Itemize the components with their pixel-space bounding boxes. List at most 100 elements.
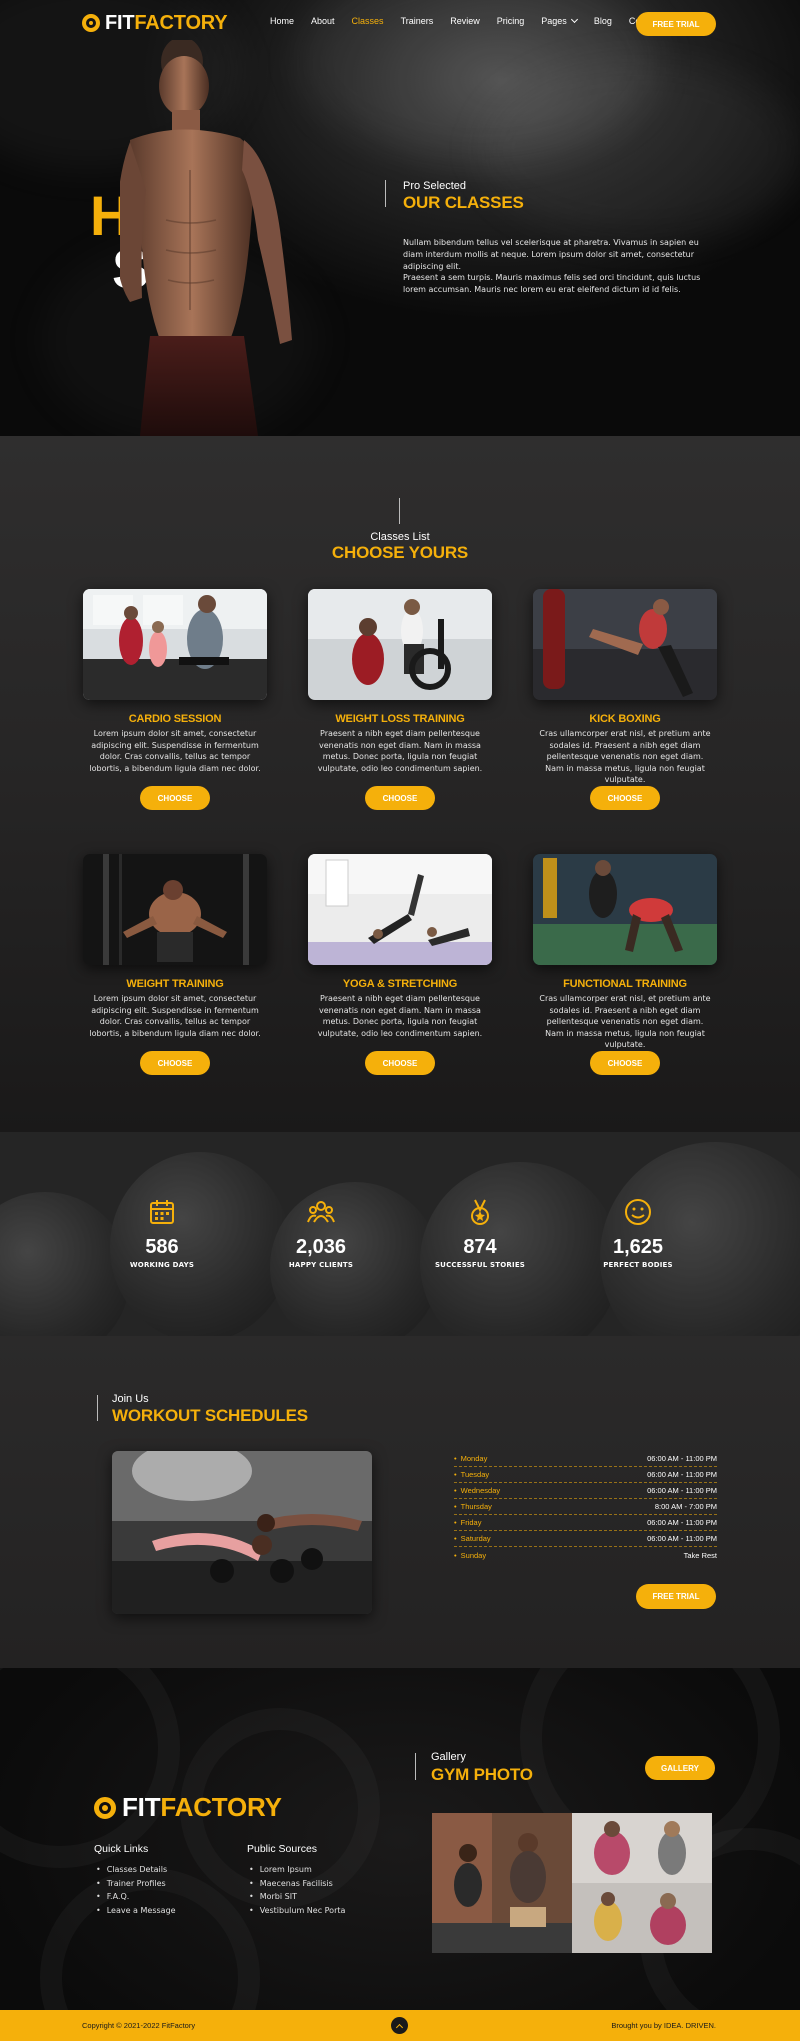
logo-text-fit: FIT — [105, 11, 135, 34]
schedule-time: 06:00 AM - 11:00 PM — [647, 1486, 717, 1495]
choose-button[interactable]: CHOOSE — [140, 786, 210, 810]
schedule-row: Friday 06:00 AM - 11:00 PM — [454, 1515, 717, 1531]
stat-number: 586 — [145, 1236, 179, 1258]
divider — [415, 1753, 416, 1780]
hero-paragraph: Nullam bibendum tellus vel scelerisque a… — [403, 238, 699, 271]
section-kicker: Join Us — [112, 1393, 149, 1405]
schedule-row: Monday 06:00 AM - 11:00 PM — [454, 1451, 717, 1467]
class-title: FUNCTIONAL TRAINING — [563, 978, 687, 990]
gallery-photo[interactable] — [572, 1883, 712, 1953]
class-title: CARDIO SESSION — [128, 713, 222, 725]
choose-button[interactable]: CHOOSE — [365, 1051, 435, 1075]
nav-pricing[interactable]: Pricing — [497, 16, 525, 26]
divider — [399, 498, 400, 524]
stat-number: 2,036 — [295, 1236, 347, 1258]
footer-link[interactable]: Vestibulum Nec Porta — [247, 1904, 346, 1918]
gallery-button[interactable]: GALLERY — [645, 1756, 715, 1780]
calendar-icon — [150, 1200, 174, 1224]
nav-pages[interactable]: Pages — [541, 15, 578, 26]
footer-logo[interactable]: FIT FACTORY — [94, 1792, 282, 1823]
logo-icon — [82, 14, 100, 32]
hero-paragraph-2: Praesent a sem turpis. Mauris maximus fe… — [403, 273, 701, 294]
schedule-time: 06:00 AM - 11:00 PM — [647, 1534, 717, 1543]
schedule-time: Take Rest — [683, 1550, 717, 1560]
choose-button[interactable]: CHOOSE — [140, 1051, 210, 1075]
class-card: YOGA & STRETCHING Praesent a nibh eget d… — [308, 854, 492, 1039]
schedule-time: 06:00 AM - 11:00 PM — [647, 1454, 717, 1463]
page-title: OUR CLASSES — [403, 193, 524, 212]
footer-link[interactable]: Trainer Profiles — [94, 1877, 176, 1891]
class-title: WEIGHT TRAINING — [126, 978, 224, 990]
quick-links: Quick Links Classes Details Trainer Prof… — [94, 1843, 176, 1917]
choose-button[interactable]: CHOOSE — [365, 786, 435, 810]
footer-link[interactable]: Leave a Message — [94, 1904, 176, 1918]
stat-label: WORKING DAYS — [129, 1261, 195, 1269]
group-icon — [307, 1201, 335, 1223]
chevron-down-icon — [570, 15, 578, 24]
schedule-row: Saturday 06:00 AM - 11:00 PM — [454, 1531, 717, 1547]
treadmill-photo — [83, 589, 267, 700]
schedule-day: Friday — [454, 1518, 482, 1527]
schedule-day: Thursday — [454, 1502, 492, 1511]
gallery-photo[interactable] — [432, 1813, 572, 1953]
class-description: Cras ullamcorper erat nisl, et pretium a… — [539, 994, 711, 1049]
free-trial-button[interactable]: FREE TRIAL — [636, 1584, 716, 1609]
stat-label: HAPPY CLIENTS — [288, 1261, 354, 1269]
footer-heading: Public Sources — [247, 1843, 318, 1855]
gallery-grid — [432, 1813, 712, 1953]
class-title: YOGA & STRETCHING — [342, 978, 458, 990]
schedule-row: Wednesday 06:00 AM - 11:00 PM — [454, 1483, 717, 1499]
footer-link[interactable]: Lorem Ipsum — [247, 1863, 345, 1877]
stat-number: 874 — [463, 1236, 497, 1258]
class-description: Lorem ipsum dolor sit amet, consectetur … — [89, 994, 261, 1038]
footer-link[interactable]: Maecenas Facilisis — [247, 1877, 345, 1891]
footer-link[interactable]: F.A.Q. — [94, 1890, 176, 1904]
logo-text-factory: FACTORY — [160, 1792, 282, 1822]
schedule-day: Wednesday — [454, 1486, 500, 1495]
medal-icon — [471, 1199, 489, 1225]
section-kicker: Gallery — [431, 1751, 466, 1763]
class-description: Lorem ipsum dolor sit amet, consectetur … — [89, 729, 261, 773]
nav-home[interactable]: Home — [270, 16, 294, 26]
nav-about[interactable]: About — [311, 16, 335, 26]
divider — [385, 180, 386, 207]
elliptical-photo — [308, 589, 492, 700]
kickboxing-photo — [533, 589, 717, 700]
schedule-day: Monday — [454, 1454, 488, 1463]
stat-label: SUCCESSFUL STORIES — [434, 1261, 526, 1269]
section-title: CHOOSE YOURS — [331, 543, 469, 562]
site-logo[interactable]: FIT FACTORY — [82, 11, 228, 34]
public-sources: Public Sources Lorem Ipsum Maecenas Faci… — [247, 1843, 345, 1917]
section-kicker: Pro Selected — [403, 180, 466, 192]
section-kicker: Classes List — [370, 531, 430, 543]
workout-photo — [112, 1451, 372, 1614]
stat-item: 1,625 PERFECT BODIES — [568, 1198, 708, 1269]
class-description: Praesent a nibh eget diam pellentesque v… — [317, 994, 483, 1038]
nav-classes[interactable]: Classes — [352, 16, 384, 26]
nav-review[interactable]: Review — [450, 16, 480, 26]
stat-item: 586 WORKING DAYS — [92, 1198, 232, 1269]
footer-link[interactable]: Classes Details — [94, 1863, 176, 1877]
nav-pages-label: Pages — [541, 16, 567, 26]
class-card: FUNCTIONAL TRAINING Cras ullamcorper era… — [533, 854, 717, 1051]
choose-button[interactable]: CHOOSE — [590, 1051, 660, 1075]
schedule-row: Tuesday 06:00 AM - 11:00 PM — [454, 1467, 717, 1483]
schedule-day: Sunday — [454, 1551, 486, 1560]
nav-trainers[interactable]: Trainers — [401, 16, 434, 26]
gallery-photo[interactable] — [572, 1813, 712, 1883]
logo-text-fit: FIT — [122, 1792, 161, 1822]
class-title: KICK BOXING — [589, 713, 661, 725]
logo-icon — [94, 1796, 116, 1819]
footer-link[interactable]: Morbi SIT — [247, 1890, 345, 1904]
section-title: WORKOUT SCHEDULES — [112, 1406, 308, 1425]
yoga-photo — [308, 854, 492, 965]
choose-button[interactable]: CHOOSE — [590, 786, 660, 810]
logo-text-factory: FACTORY — [134, 11, 228, 34]
schedule-time: 8:00 AM - 7:00 PM — [654, 1502, 717, 1511]
class-description: Cras ullamcorper erat nisl, et pretium a… — [539, 729, 711, 784]
free-trial-button[interactable]: FREE TRIAL — [636, 12, 716, 36]
stat-item: 2,036 HAPPY CLIENTS — [251, 1198, 391, 1269]
class-card: KICK BOXING Cras ullamcorper erat nisl, … — [533, 589, 717, 786]
nav-blog[interactable]: Blog — [594, 16, 612, 26]
schedule-row: Sunday Take Rest — [454, 1547, 717, 1563]
